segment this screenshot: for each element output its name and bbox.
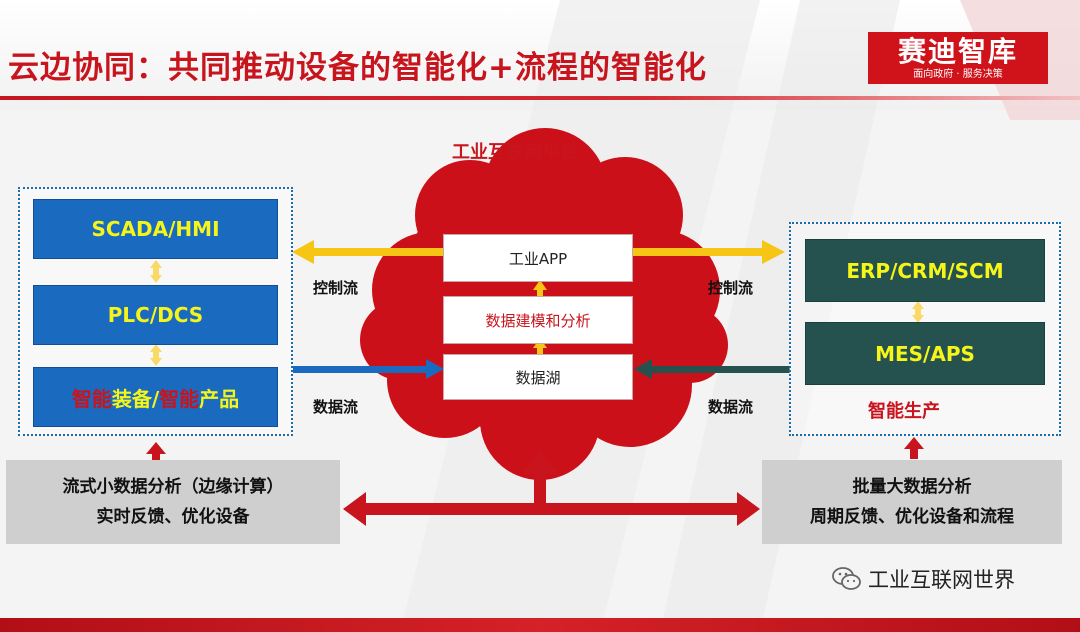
data-modeling-layer: 数据建模和分析	[443, 296, 633, 344]
plc-dcs-label: PLC/DCS	[107, 303, 204, 327]
industrial-app-label: 工业APP	[508, 249, 568, 268]
smart-product-box: 智能 装备/ 智能 产品	[33, 367, 278, 427]
smart-production-caption: 智能生产	[868, 401, 940, 422]
erp-crm-scm-label: ERP/CRM/SCM	[846, 258, 1004, 283]
left-control-flow-label: 控制流	[313, 279, 359, 297]
mes-aps-label: MES/APS	[875, 341, 975, 366]
data-lake-layer: 数据湖	[443, 354, 633, 400]
edge-analysis-line-1: 流式小数据分析（边缘计算）	[62, 477, 284, 497]
data-modeling-label: 数据建模和分析	[485, 311, 591, 330]
erp-crm-scm-box: ERP/CRM/SCM	[805, 239, 1045, 302]
wechat-watermark: 工业互联网世界	[832, 564, 1015, 594]
industrial-app-layer: 工业APP	[443, 234, 633, 282]
edge-analysis-line-2: 实时反馈、优化设备	[96, 507, 250, 527]
platform-title: 工业互联网平台	[452, 142, 578, 163]
wechat-icon	[832, 567, 861, 590]
watermark-text: 工业互联网世界	[868, 568, 1015, 592]
smart-product-part-2: 装备/	[111, 386, 160, 411]
bigdata-analysis-box: 批量大数据分析 周期反馈、优化设备和流程	[762, 460, 1062, 544]
left-up-red-arrow	[146, 442, 166, 462]
bottom-red-bar	[0, 618, 1080, 632]
right-data-flow-label: 数据流	[708, 398, 754, 416]
bigdata-analysis-line-2: 周期反馈、优化设备和流程	[810, 507, 1014, 527]
scada-hmi-label: SCADA/HMI	[91, 217, 220, 241]
smart-product-part-1: 智能	[71, 386, 112, 411]
smart-product-part-3: 智能	[159, 386, 200, 411]
left-data-flow-label: 数据流	[313, 398, 359, 416]
scada-hmi-box: SCADA/HMI	[33, 199, 278, 259]
data-lake-label: 数据湖	[515, 368, 561, 387]
mes-aps-box: MES/APS	[805, 322, 1045, 385]
right-up-red-arrow	[904, 437, 924, 459]
plc-dcs-box: PLC/DCS	[33, 285, 278, 345]
smart-product-part-4: 产品	[199, 386, 240, 411]
right-control-flow-label: 控制流	[708, 279, 754, 297]
bigdata-analysis-line-1: 批量大数据分析	[852, 477, 972, 497]
edge-analysis-box: 流式小数据分析（边缘计算） 实时反馈、优化设备	[6, 460, 340, 544]
